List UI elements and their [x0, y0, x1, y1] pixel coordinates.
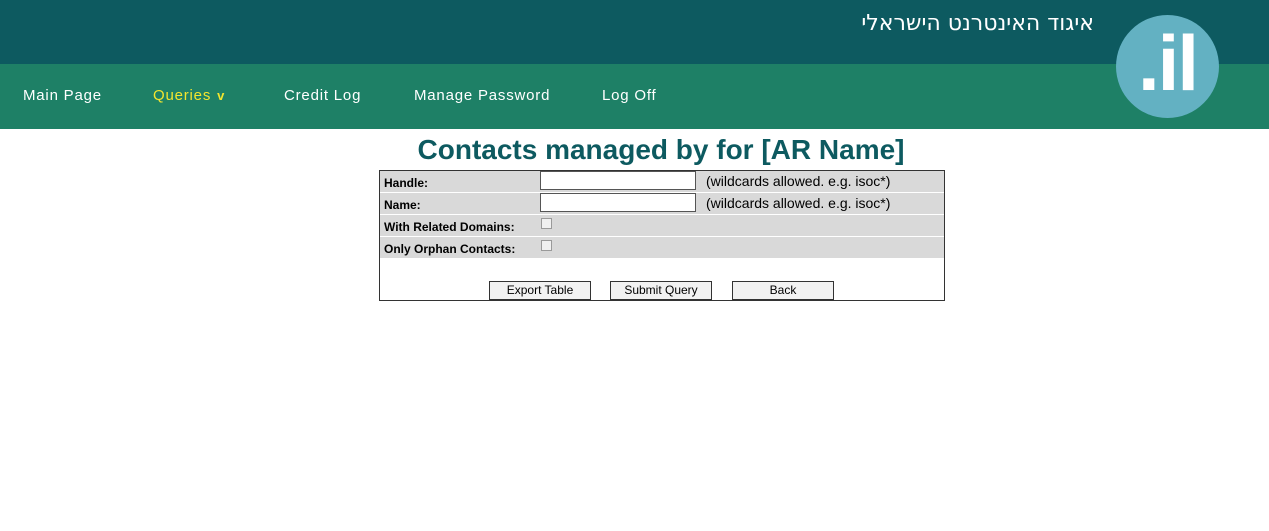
back-button[interactable]: Back	[732, 281, 834, 300]
related-domains-label: With Related Domains:	[384, 220, 515, 234]
name-input[interactable]	[540, 193, 696, 212]
nav-main-page[interactable]: Main Page	[23, 87, 102, 104]
handle-row: Handle: (wildcards allowed. e.g. isoc*)	[380, 171, 944, 193]
submit-query-button[interactable]: Submit Query	[610, 281, 712, 300]
name-hint: (wildcards allowed. e.g. isoc*)	[706, 195, 891, 211]
orphan-contacts-checkbox[interactable]	[541, 240, 552, 251]
related-domains-row: With Related Domains:	[380, 215, 944, 237]
handle-hint: (wildcards allowed. e.g. isoc*)	[706, 173, 891, 189]
name-row: Name: (wildcards allowed. e.g. isoc*)	[380, 193, 944, 215]
orphan-contacts-row: Only Orphan Contacts:	[380, 237, 944, 259]
handle-input[interactable]	[540, 171, 696, 190]
orphan-contacts-label: Only Orphan Contacts:	[384, 242, 516, 256]
related-domains-checkbox[interactable]	[541, 218, 552, 229]
chevron-down-icon: v	[217, 88, 226, 103]
logo-text: .il	[1137, 19, 1199, 107]
top-banner: איגוד האינטרנט הישראלי	[0, 0, 1269, 64]
export-table-button[interactable]: Export Table	[489, 281, 591, 300]
il-logo-icon: .il	[1116, 15, 1219, 118]
nav-log-off[interactable]: Log Off	[602, 87, 657, 104]
nav-credit-log[interactable]: Credit Log	[284, 87, 361, 104]
contacts-query-form: Handle: (wildcards allowed. e.g. isoc*) …	[379, 170, 945, 301]
page-title: Contacts managed by for [AR Name]	[417, 134, 905, 165]
nav-manage-password[interactable]: Manage Password	[414, 87, 550, 104]
name-label: Name:	[384, 198, 421, 212]
main-navigation: Main Page Queries v Credit Log Manage Pas…	[0, 64, 1269, 129]
organization-name: איגוד האינטרנט הישראלי	[861, 11, 1094, 36]
nav-queries-label: Queries	[153, 87, 212, 104]
nav-queries[interactable]: Queries v	[153, 87, 225, 104]
handle-label: Handle:	[384, 176, 429, 190]
